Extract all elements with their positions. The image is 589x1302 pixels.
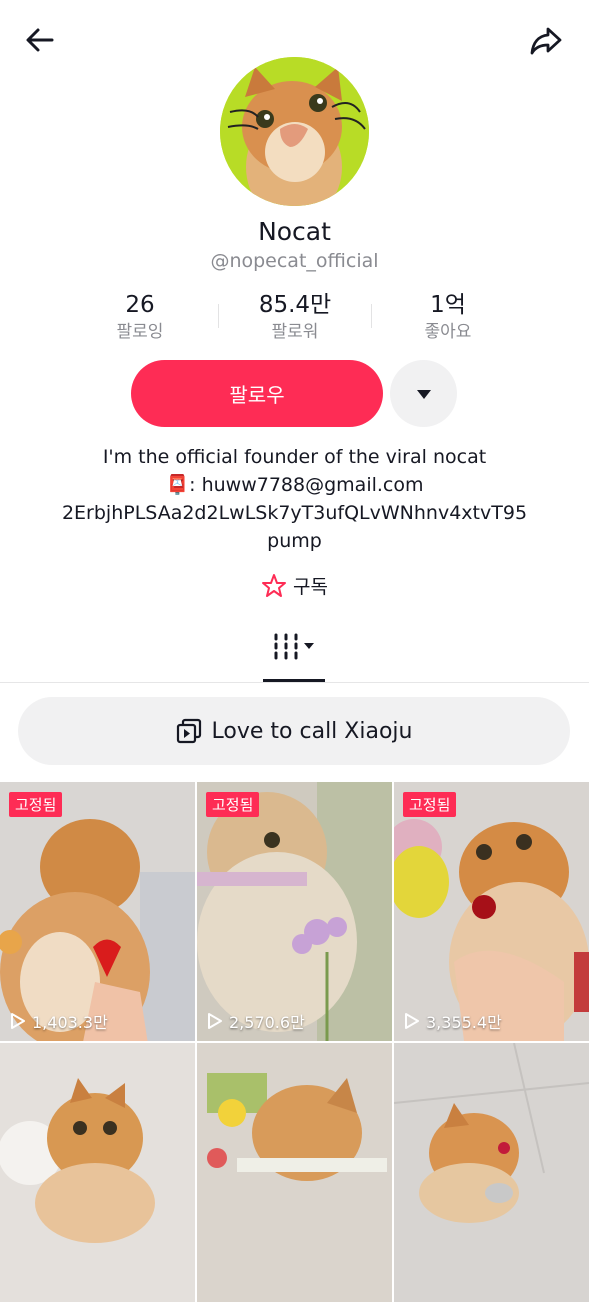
stat-followers-label: 팔로워: [271, 322, 319, 342]
view-count-value: 2,570.6만: [229, 1013, 305, 1032]
play-icon: [405, 1013, 419, 1029]
stat-likes-label: 좋아요: [424, 322, 472, 342]
avatar[interactable]: [220, 57, 369, 206]
bio-line: pump: [267, 530, 322, 552]
tab-videos[interactable]: [263, 630, 325, 682]
stat-followers-value: 85.4만: [258, 292, 332, 318]
stat-following-label: 팔로잉: [116, 322, 164, 342]
play-icon: [11, 1013, 25, 1029]
video-thumbnail: [0, 782, 195, 1041]
back-button[interactable]: [18, 18, 62, 62]
caret-down-icon: [416, 389, 431, 399]
video-thumbnail: [197, 1043, 392, 1302]
profile-handle: @nopecat_official: [210, 250, 379, 272]
playlist-icon: [176, 718, 201, 744]
share-icon: [530, 27, 562, 55]
playlist-label: Love to call Xiaoju: [211, 718, 413, 744]
bio-email: : huww7788@gmail.com: [189, 474, 424, 496]
bio-line: 2ErbjhPLSAa2d2LwLSk7yT3ufQLvWNhnv4xtvT95: [61, 502, 528, 524]
cat-avatar-image: [220, 57, 369, 206]
pinned-badge: 고정됨: [206, 792, 260, 817]
view-count: 3,355.4만: [404, 1009, 502, 1033]
video-thumbnail: [0, 1043, 195, 1302]
video-tile[interactable]: 고정됨 3,355.4만: [394, 782, 589, 1041]
view-count: 1,403.3만: [10, 1009, 108, 1033]
video-thumbnail: [394, 782, 589, 1041]
stat-likes-value: 1억: [430, 292, 466, 318]
stat-following[interactable]: 26 팔로잉: [65, 290, 215, 344]
share-button[interactable]: [524, 18, 568, 62]
bio-line: I'm the official founder of the viral no…: [102, 446, 487, 468]
star-icon: [262, 573, 287, 597]
profile-name: Nocat: [258, 217, 331, 246]
grid-icon: [274, 633, 314, 660]
subscribe-label: 구독: [293, 576, 328, 598]
video-thumbnail: [197, 782, 392, 1041]
stat-followers[interactable]: 85.4만 팔로워: [220, 290, 370, 344]
stat-following-value: 26: [125, 292, 155, 318]
video-tile[interactable]: 고정됨 2,570.6만: [197, 782, 392, 1041]
subscribe-link[interactable]: 구독: [0, 572, 589, 599]
video-tile[interactable]: [197, 1043, 392, 1302]
play-icon: [208, 1013, 222, 1029]
stat-divider: [218, 304, 219, 328]
video-tile[interactable]: [0, 1043, 195, 1302]
video-thumbnail: [394, 1043, 589, 1302]
stat-likes[interactable]: 1억 좋아요: [373, 290, 523, 344]
playlist-button[interactable]: Love to call Xiaoju: [18, 697, 570, 765]
suggested-accounts-button[interactable]: [390, 360, 457, 427]
bio-line: 📮: huww7788@gmail.com: [0, 471, 589, 499]
pinned-badge: 고정됨: [9, 792, 63, 817]
mailbox-icon: 📮: [165, 474, 190, 496]
follow-button[interactable]: 팔로우: [131, 360, 383, 427]
video-tile[interactable]: [394, 1043, 589, 1302]
video-tile[interactable]: 고정됨 1,403.3만: [0, 782, 195, 1041]
view-count-value: 1,403.3만: [32, 1013, 108, 1032]
bio: I'm the official founder of the viral no…: [0, 443, 589, 555]
arrow-left-icon: [26, 28, 54, 52]
pinned-badge: 고정됨: [403, 792, 457, 817]
divider: [0, 682, 589, 683]
stat-divider: [371, 304, 372, 328]
view-count-value: 3,355.4만: [426, 1013, 502, 1032]
view-count: 2,570.6만: [207, 1009, 305, 1033]
